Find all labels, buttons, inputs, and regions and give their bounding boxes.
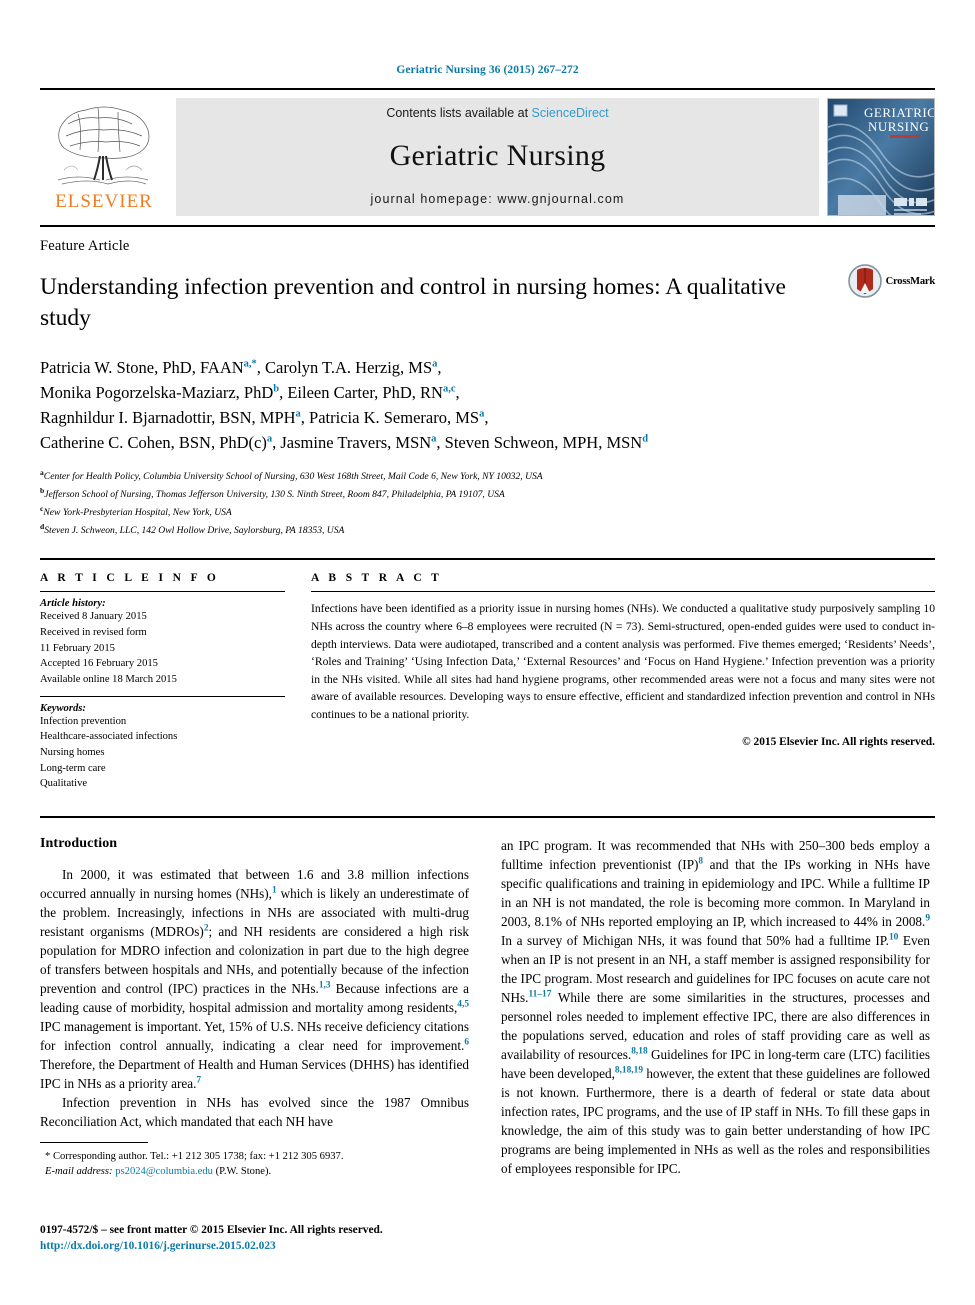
email-suffix: (P.W. Stone). xyxy=(215,1166,272,1178)
info-block-bottom-rule xyxy=(40,816,935,818)
abstract-column: A B S T R A C T Infections have been ide… xyxy=(311,572,935,800)
affiliation-item: aCenter for Health Policy, Columbia Univ… xyxy=(40,467,935,485)
abstract-copyright: © 2015 Elsevier Inc. All rights reserved… xyxy=(742,735,935,748)
journal-article-page: Geriatric Nursing 36 (2015) 267–272 ELSE… xyxy=(0,0,975,1305)
journal-cover-thumbnail: GERIATRIC NURSING xyxy=(827,98,935,216)
paragraph: Infection prevention in NHs has evolved … xyxy=(40,1095,469,1129)
corresponding-author-note: * Corresponding author. Tel.: +1 212 305… xyxy=(45,1151,344,1162)
paragraph: In 2000, it was estimated that between 1… xyxy=(40,867,470,1091)
crossmark-label: CrossMark xyxy=(885,275,936,287)
email-note: E-mail address: ps2024@columbia.edu (P.W… xyxy=(40,1164,469,1179)
keywords-list: Infection prevention Healthcare-associat… xyxy=(40,714,285,792)
affiliation-item: dSteven J. Schweon, LLC, 142 Owl Hollow … xyxy=(40,521,935,539)
history-item: Accepted 16 February 2015 xyxy=(40,658,158,670)
page-title: Understanding infection prevention and c… xyxy=(40,274,786,331)
masthead-bottom-rule xyxy=(40,225,935,227)
svg-text:NURSING: NURSING xyxy=(868,119,929,134)
body-column-left: Introduction In 2000, it was estimated t… xyxy=(40,836,469,1178)
affiliation-text: New York-Presbyterian Hospital, New York… xyxy=(43,507,232,519)
keyword-item: Qualitative xyxy=(40,778,88,790)
info-abstract-block: A R T I C L E I N F O Article history: R… xyxy=(40,558,935,800)
author-list: Patricia W. Stone, PhD, FAANa,*, Carolyn… xyxy=(40,358,649,453)
keyword-item: Long-term care xyxy=(40,762,106,774)
section-heading-introduction: Introduction xyxy=(40,836,118,851)
abstract-heading: A B S T R A C T xyxy=(311,572,443,585)
elsevier-logo: ELSEVIER xyxy=(40,98,168,216)
article-info-column: A R T I C L E I N F O Article history: R… xyxy=(40,572,285,800)
crossmark-badge[interactable]: CrossMark xyxy=(847,264,936,298)
article-body: Introduction In 2000, it was estimated t… xyxy=(40,836,935,1178)
article-history-group: Article history: Received 8 January 2015… xyxy=(40,592,285,695)
journal-banner: Contents lists available at ScienceDirec… xyxy=(176,98,819,216)
affiliation-text: Steven J. Schweon, LLC, 142 Owl Hollow D… xyxy=(44,524,345,536)
paragraph: an IPC program. It was recommended that … xyxy=(501,838,930,1176)
affiliation-item: bJefferson School of Nursing, Thomas Jef… xyxy=(40,485,935,503)
crossmark-icon xyxy=(847,264,882,298)
journal-homepage-line: journal homepage: www.gnjournal.com xyxy=(370,192,625,206)
email-label: E-mail address: xyxy=(45,1166,113,1178)
svg-text:GERIATRIC: GERIATRIC xyxy=(864,105,934,120)
keyword-item: Infection prevention xyxy=(40,715,127,727)
article-history-list: Received 8 January 2015 Received in revi… xyxy=(40,609,285,687)
contents-prefix: Contents lists available at xyxy=(386,106,529,120)
history-item: Received in revised form xyxy=(40,626,147,638)
article-history-label: Article history: xyxy=(40,598,106,610)
email-link[interactable]: ps2024@columbia.edu xyxy=(115,1166,213,1177)
keywords-label: Keywords: xyxy=(40,702,86,714)
article-type-label: Feature Article xyxy=(40,238,130,254)
affiliation-item: cNew York-Presbyterian Hospital, New Yor… xyxy=(40,503,935,521)
keyword-item: Healthcare-associated infections xyxy=(40,731,178,743)
journal-title: Geriatric Nursing xyxy=(389,139,606,172)
keyword-item: Nursing homes xyxy=(40,746,105,758)
article-header: Feature Article CrossMark Understanding … xyxy=(40,238,935,538)
footnote-block: * Corresponding author. Tel.: +1 212 305… xyxy=(40,1142,469,1180)
affiliation-list: aCenter for Health Policy, Columbia Univ… xyxy=(40,467,935,538)
elsevier-wordmark: ELSEVIER xyxy=(55,191,153,212)
keywords-group: Keywords: Infection prevention Healthcar… xyxy=(40,697,285,800)
abstract-text: Infections have been identified as a pri… xyxy=(311,602,935,721)
history-item: Available online 18 March 2015 xyxy=(40,673,177,685)
article-info-heading: A R T I C L E I N F O xyxy=(40,572,220,585)
running-head: Geriatric Nursing 36 (2015) 267–272 xyxy=(396,64,579,76)
contents-line: Contents lists available at ScienceDirec… xyxy=(386,106,608,120)
sciencedirect-link[interactable]: ScienceDirect xyxy=(532,106,609,120)
body-column-right: an IPC program. It was recommended that … xyxy=(501,836,930,1178)
history-item: 11 February 2015 xyxy=(40,642,115,654)
cover-artwork: GERIATRIC NURSING xyxy=(828,99,934,215)
issn-copyright-line: 0197-4572/$ – see front matter © 2015 El… xyxy=(40,1224,383,1236)
page-footer: 0197-4572/$ – see front matter © 2015 El… xyxy=(40,1222,640,1254)
footnote-rule xyxy=(40,1142,148,1143)
elsevier-tree-icon xyxy=(48,98,160,190)
affiliation-text: Jefferson School of Nursing, Thomas Jeff… xyxy=(44,489,505,501)
affiliation-text: Center for Health Policy, Columbia Unive… xyxy=(43,471,543,483)
doi-link[interactable]: http://dx.doi.org/10.1016/j.gerinurse.20… xyxy=(40,1238,640,1254)
history-item: Received 8 January 2015 xyxy=(40,611,147,623)
journal-masthead: ELSEVIER Contents lists available at Sci… xyxy=(40,88,935,216)
